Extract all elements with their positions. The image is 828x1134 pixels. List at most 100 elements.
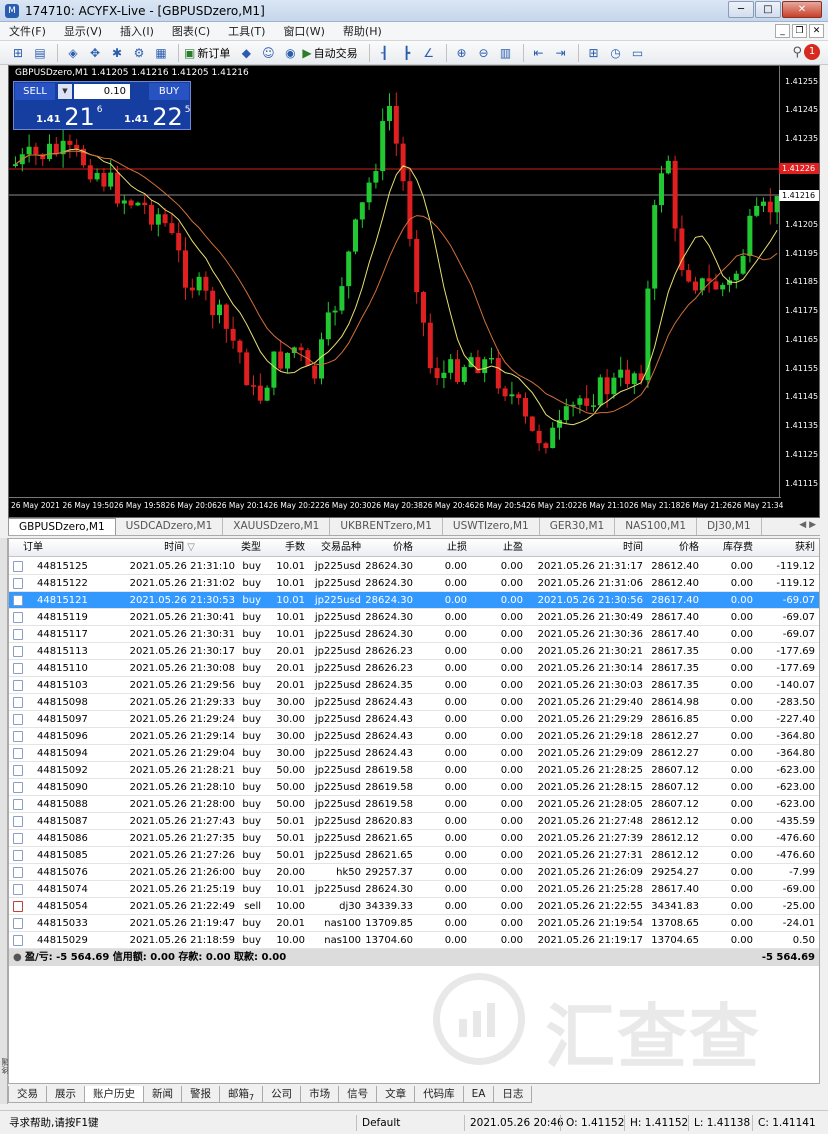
auto-trading-button[interactable]: ▶ 自动交易	[302, 45, 357, 61]
terminal-tab-0[interactable]: 交易	[8, 1086, 47, 1103]
new-order-button[interactable]: ▣ 新订单	[184, 45, 230, 61]
chart-tab-5[interactable]: GER30,M1	[540, 518, 616, 535]
tester-icon[interactable]: ▦	[151, 44, 171, 62]
menu-insert[interactable]: 插入(I)	[111, 23, 163, 39]
table-row[interactable]: 44815033 2021.05.26 21:19:47 buy 20.01 nas10…	[9, 915, 819, 932]
lot-dropdown-icon[interactable]: ▼	[58, 84, 72, 99]
table-row[interactable]: 44815088 2021.05.26 21:28:00 buy 50.00 jp225…	[9, 796, 819, 813]
data-window-icon[interactable]: ✥	[85, 44, 105, 62]
chart-tab-6[interactable]: NAS100,M1	[615, 518, 698, 535]
line-chart-icon[interactable]: ∠	[419, 44, 439, 62]
status-profile[interactable]: Default	[356, 1115, 462, 1131]
col-profit[interactable]: 获利	[759, 539, 815, 557]
chart-tab-7[interactable]: DJ30,M1	[697, 518, 762, 535]
child-minimize-button[interactable]: _	[775, 24, 790, 38]
table-row[interactable]: 44815076 2021.05.26 21:26:00 buy 20.00 hk50 2…	[9, 864, 819, 881]
col-open-price[interactable]: 价格	[363, 539, 413, 557]
col-tp[interactable]: 止盈	[475, 539, 523, 557]
table-row[interactable]: 44815074 2021.05.26 21:25:19 buy 10.01 jp225…	[9, 881, 819, 898]
col-lots[interactable]: 手数	[265, 539, 305, 557]
chart-tab-2[interactable]: XAUUSDzero,M1	[223, 518, 331, 535]
terminal-tab-5[interactable]: 邮箱7	[219, 1086, 264, 1103]
table-row[interactable]: 44815121 2021.05.26 21:30:53 buy 10.01 jp225…	[9, 592, 819, 609]
menu-tools[interactable]: 工具(T)	[219, 23, 274, 39]
col-swap[interactable]: 库存费	[705, 539, 753, 557]
profiles-icon[interactable]: ▤	[30, 44, 50, 62]
auto-scroll-icon[interactable]: ⇤	[529, 44, 549, 62]
table-row[interactable]: 44815029 2021.05.26 21:18:59 buy 10.00 nas10…	[9, 932, 819, 949]
table-row[interactable]: 44815103 2021.05.26 21:29:56 buy 20.01 jp225…	[9, 677, 819, 694]
templates-icon[interactable]: ▭	[628, 44, 648, 62]
col-symbol[interactable]: 交易品种	[305, 539, 361, 557]
terminal-tab-4[interactable]: 警报	[181, 1086, 220, 1103]
community-icon[interactable]: ☺	[258, 44, 278, 62]
candlestick-icon[interactable]: ┣	[397, 44, 417, 62]
menu-help[interactable]: 帮助(H)	[334, 23, 391, 39]
menu-file[interactable]: 文件(F)	[0, 23, 55, 39]
table-row[interactable]: 44815087 2021.05.26 21:27:43 buy 50.01 jp225…	[9, 813, 819, 830]
col-open-time[interactable]: 时间 ▽	[109, 539, 195, 557]
maximize-button[interactable]: □	[755, 1, 781, 18]
terminal-tab-1[interactable]: 展示	[46, 1086, 85, 1103]
price-chart[interactable]: GBPUSDzero,M1 1.41205 1.41216 1.41205 1.…	[8, 65, 820, 518]
table-row[interactable]: 44815097 2021.05.26 21:29:24 buy 30.00 jp225…	[9, 711, 819, 728]
search-icon[interactable]: ⚲	[792, 45, 802, 60]
col-close-time[interactable]: 时间	[569, 539, 643, 557]
child-close-button[interactable]: ✕	[809, 24, 824, 38]
periods-icon[interactable]: ◷	[606, 44, 626, 62]
terminal-tab-7[interactable]: 市场	[300, 1086, 340, 1103]
sell-button[interactable]: SELL	[15, 83, 55, 100]
col-order[interactable]: 订单	[23, 539, 43, 557]
bar-chart-icon[interactable]: ┨	[375, 44, 395, 62]
zoom-out-icon[interactable]: ⊖	[474, 44, 494, 62]
table-row[interactable]: 44815122 2021.05.26 21:31:02 buy 10.01 jp225…	[9, 575, 819, 592]
terminal-tab-9[interactable]: 文章	[376, 1086, 416, 1103]
col-close-price[interactable]: 价格	[649, 539, 699, 557]
terminal-tab-6[interactable]: 公司	[262, 1086, 302, 1103]
buy-button[interactable]: BUY	[149, 83, 189, 100]
chart-tab-3[interactable]: UKBRENTzero,M1	[330, 518, 443, 535]
table-row[interactable]: 44815113 2021.05.26 21:30:17 buy 20.01 jp225…	[9, 643, 819, 660]
table-row[interactable]: 44815094 2021.05.26 21:29:04 buy 30.00 jp225…	[9, 745, 819, 762]
chart-tab-4[interactable]: USWTIzero,M1	[443, 518, 540, 535]
zoom-in-icon[interactable]: ⊕	[452, 44, 472, 62]
menu-window[interactable]: 窗口(W)	[274, 23, 333, 39]
table-row[interactable]: 44815090 2021.05.26 21:28:10 buy 50.00 jp225…	[9, 779, 819, 796]
menu-charts[interactable]: 图表(C)	[163, 23, 219, 39]
table-row[interactable]: 44815117 2021.05.26 21:30:31 buy 10.01 jp225…	[9, 626, 819, 643]
minimize-button[interactable]: ─	[728, 1, 754, 18]
market-watch-icon[interactable]: ◈	[63, 44, 83, 62]
sell-price[interactable]: 1.41 21 6	[36, 103, 102, 131]
new-chart-icon[interactable]: ⊞	[8, 44, 28, 62]
terminal-tab-3[interactable]: 新闻	[143, 1086, 182, 1103]
table-row[interactable]: 44815125 2021.05.26 21:31:10 buy 10.01 jp225…	[9, 558, 819, 575]
close-button[interactable]: ✕	[782, 1, 822, 18]
table-row[interactable]: 44815054 2021.05.26 21:22:49 sell 10.00 dj30…	[9, 898, 819, 915]
table-row[interactable]: 44815119 2021.05.26 21:30:41 buy 10.01 jp225…	[9, 609, 819, 626]
chart-tab-0[interactable]: GBPUSDzero,M1	[8, 518, 116, 535]
terminal-tab-8[interactable]: 信号	[338, 1086, 378, 1103]
tile-windows-icon[interactable]: ▥	[496, 44, 516, 62]
table-row[interactable]: 44815096 2021.05.26 21:29:14 buy 30.00 jp225…	[9, 728, 819, 745]
terminal-tab-10[interactable]: 代码库	[414, 1086, 464, 1103]
table-row[interactable]: 44815098 2021.05.26 21:29:33 buy 30.00 jp225…	[9, 694, 819, 711]
child-restore-button[interactable]: ❐	[792, 24, 807, 38]
alert-badge[interactable]: 1	[804, 44, 820, 60]
table-row[interactable]: 44815092 2021.05.26 21:28:21 buy 50.00 jp225…	[9, 762, 819, 779]
navigator-icon[interactable]: ✱	[107, 44, 127, 62]
lot-size-input[interactable]: 0.10	[74, 84, 130, 99]
terminal-icon[interactable]: ⚙	[129, 44, 149, 62]
table-row[interactable]: 44815086 2021.05.26 21:27:35 buy 50.01 jp225…	[9, 830, 819, 847]
buy-price[interactable]: 1.41 22 5	[124, 103, 190, 131]
terminal-tab-12[interactable]: 日志	[493, 1086, 533, 1103]
table-row[interactable]: 44815110 2021.05.26 21:30:08 buy 20.01 jp225…	[9, 660, 819, 677]
col-type[interactable]: 类型	[221, 539, 261, 557]
terminal-tab-11[interactable]: EA	[462, 1086, 495, 1103]
metaeditor-icon[interactable]: ◆	[236, 44, 256, 62]
chart-shift-icon[interactable]: ⇥	[551, 44, 571, 62]
col-sl[interactable]: 止损	[419, 539, 467, 557]
chart-tab-1[interactable]: USDCADzero,M1	[116, 518, 224, 535]
table-row[interactable]: 44815085 2021.05.26 21:27:26 buy 50.01 jp225…	[9, 847, 819, 864]
tab-scroll-arrows-icon[interactable]: ◀ ▶	[799, 520, 816, 530]
terminal-tab-2[interactable]: 账户历史	[84, 1086, 144, 1103]
